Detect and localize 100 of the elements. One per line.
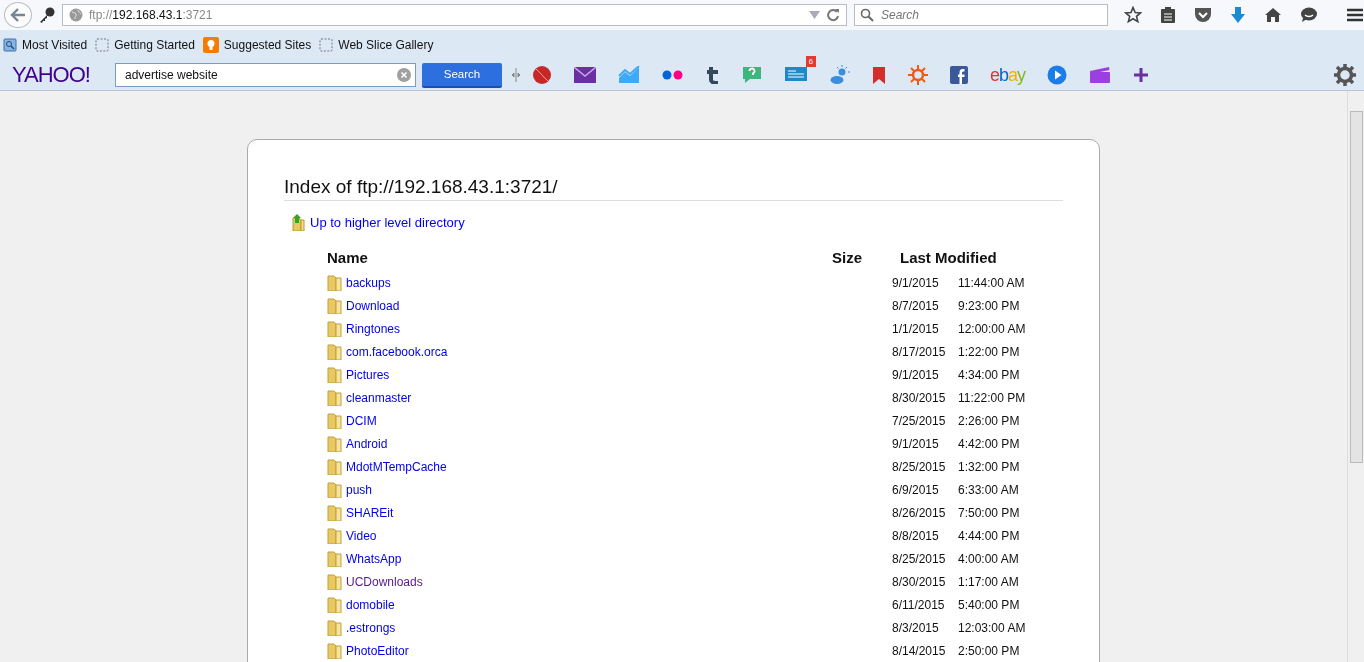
time-text: 4:34:00 PM [958, 367, 1020, 382]
folder-link[interactable]: push [346, 482, 373, 497]
page-outline-icon [95, 38, 110, 52]
folder-link[interactable]: Android [346, 436, 388, 451]
folder-icon [327, 343, 342, 360]
download-icon[interactable] [1230, 6, 1246, 24]
time-text: 12:03:00 AM [958, 620, 1026, 635]
column-header: Size [832, 249, 863, 268]
folder-icon [327, 642, 342, 659]
time-text: 12:00:00 AM [958, 321, 1026, 336]
scrollbar[interactable] [1347, 91, 1364, 662]
date-text: 8/25/2015 [892, 551, 947, 566]
play-icon[interactable] [1047, 65, 1068, 85]
search-field[interactable]: Search [854, 4, 1108, 26]
chat-icon[interactable] [1300, 7, 1318, 23]
folder-link[interactable]: cleanmaster [346, 390, 412, 405]
time-text: 1:22:00 PM [958, 344, 1020, 359]
back-arrow-icon [10, 8, 26, 22]
address-bar[interactable]: ftp://192.168.43.1:3721 [62, 4, 847, 26]
folder-link[interactable]: Video [346, 528, 377, 543]
ebay-logo[interactable]: ebay [990, 64, 1026, 86]
folder-link[interactable]: Pictures [346, 367, 390, 382]
resize-handle-icon[interactable] [512, 68, 520, 82]
folder-link[interactable]: domobile [346, 597, 395, 612]
newspaper-icon[interactable] [784, 64, 808, 82]
bookmark-item[interactable]: Most Visited [3, 38, 88, 52]
home-icon[interactable] [1264, 7, 1282, 23]
folder-link[interactable]: Ringtones [346, 321, 401, 336]
scrollbar-thumb[interactable] [1350, 111, 1363, 463]
date-text: 8/17/2015 [892, 344, 947, 359]
time-text: 11:22:00 PM [958, 390, 1026, 405]
yahoo-logo[interactable]: YAHOO! [12, 62, 115, 88]
folder-link[interactable]: UCDownloads [346, 574, 423, 589]
settings-icon[interactable] [1334, 64, 1356, 86]
clear-icon[interactable] [397, 68, 411, 82]
folder-link[interactable]: .estrongs [346, 620, 396, 635]
dropdown-icon[interactable] [809, 11, 820, 19]
search-button[interactable]: Search [422, 62, 502, 88]
pocket-icon[interactable] [1194, 7, 1212, 23]
back-button[interactable] [4, 2, 32, 28]
time-text: 2:26:00 PM [958, 413, 1020, 428]
date-text: 9/1/2015 [892, 367, 940, 382]
page-heading: Index of ftp://192.168.43.1:3721/ [284, 176, 1063, 201]
time-text: 2:50:00 PM [958, 643, 1020, 658]
folder-link[interactable]: SHAREit [346, 505, 394, 520]
time-text: 4:00:00 AM [958, 551, 1019, 566]
letter-f-icon[interactable] [950, 66, 968, 84]
time-text: 11:44:00 AM [958, 275, 1025, 290]
folder-icon [327, 550, 342, 567]
folder-icon [327, 389, 342, 406]
parent-directory-link[interactable]: Up to higher level directory [310, 215, 465, 230]
date-text: 6/9/2015 [892, 482, 940, 497]
time-text: 9:23:00 PM [958, 298, 1020, 313]
folder-link[interactable]: DCIM [346, 413, 377, 428]
time-text: 5:40:00 PM [958, 597, 1020, 612]
question-bubble-icon[interactable] [742, 66, 762, 84]
folder-link[interactable]: PhotoEditor [346, 643, 409, 658]
date-text: 8/7/2015 [892, 298, 940, 313]
folder-icon [327, 619, 342, 636]
up-folder-icon [291, 214, 306, 231]
folder-icon [327, 320, 342, 337]
plus-icon[interactable] [1133, 67, 1150, 83]
folder-icon [327, 481, 342, 498]
column-header: Last Modified [900, 249, 998, 268]
bookmark-icon[interactable] [872, 66, 886, 84]
time-text: 1:17:00 AM [958, 574, 1019, 589]
folder-icon [327, 458, 342, 475]
weather-icon[interactable] [830, 65, 850, 85]
search-icon [860, 8, 874, 22]
globe-icon [69, 8, 83, 22]
sun-icon[interactable] [908, 65, 928, 85]
folder-icon [327, 274, 342, 291]
folder-link[interactable]: backups [346, 275, 391, 290]
date-text: 8/3/2015 [892, 620, 940, 635]
folder-icon [327, 504, 342, 521]
folder-link[interactable]: com.facebook.orca [346, 344, 448, 359]
lightbulb-icon [202, 37, 219, 53]
folder-link[interactable]: Download [346, 298, 400, 313]
notification-badge: 6 [805, 56, 816, 67]
time-text: 7:50:00 PM [958, 505, 1020, 520]
folder-link[interactable]: WhatsApp [346, 551, 402, 566]
folder-icon [327, 412, 342, 429]
key-icon[interactable] [38, 6, 56, 24]
menu-icon[interactable] [1346, 8, 1364, 22]
date-text: 9/1/2015 [892, 275, 940, 290]
mail-icon[interactable] [574, 67, 596, 83]
bookmark-item[interactable]: Getting Started [95, 38, 195, 52]
date-text: 7/25/2015 [892, 413, 947, 428]
two-dots-icon[interactable] [662, 70, 684, 80]
bookmark-item[interactable]: Suggested Sites [202, 37, 312, 53]
letter-t-icon[interactable] [706, 66, 720, 84]
reading-list-icon[interactable] [1160, 6, 1176, 24]
bookmark-item[interactable]: Web Slice Gallery [319, 38, 434, 52]
folder-link[interactable]: MdotMTempCache [346, 459, 447, 474]
history-icon [3, 38, 17, 52]
date-text: 1/1/2015 [892, 321, 940, 336]
reload-icon[interactable] [826, 8, 840, 22]
clapperboard-icon[interactable] [1089, 66, 1112, 84]
star-icon[interactable] [1124, 6, 1142, 24]
search-field[interactable]: advertise website [115, 63, 416, 87]
